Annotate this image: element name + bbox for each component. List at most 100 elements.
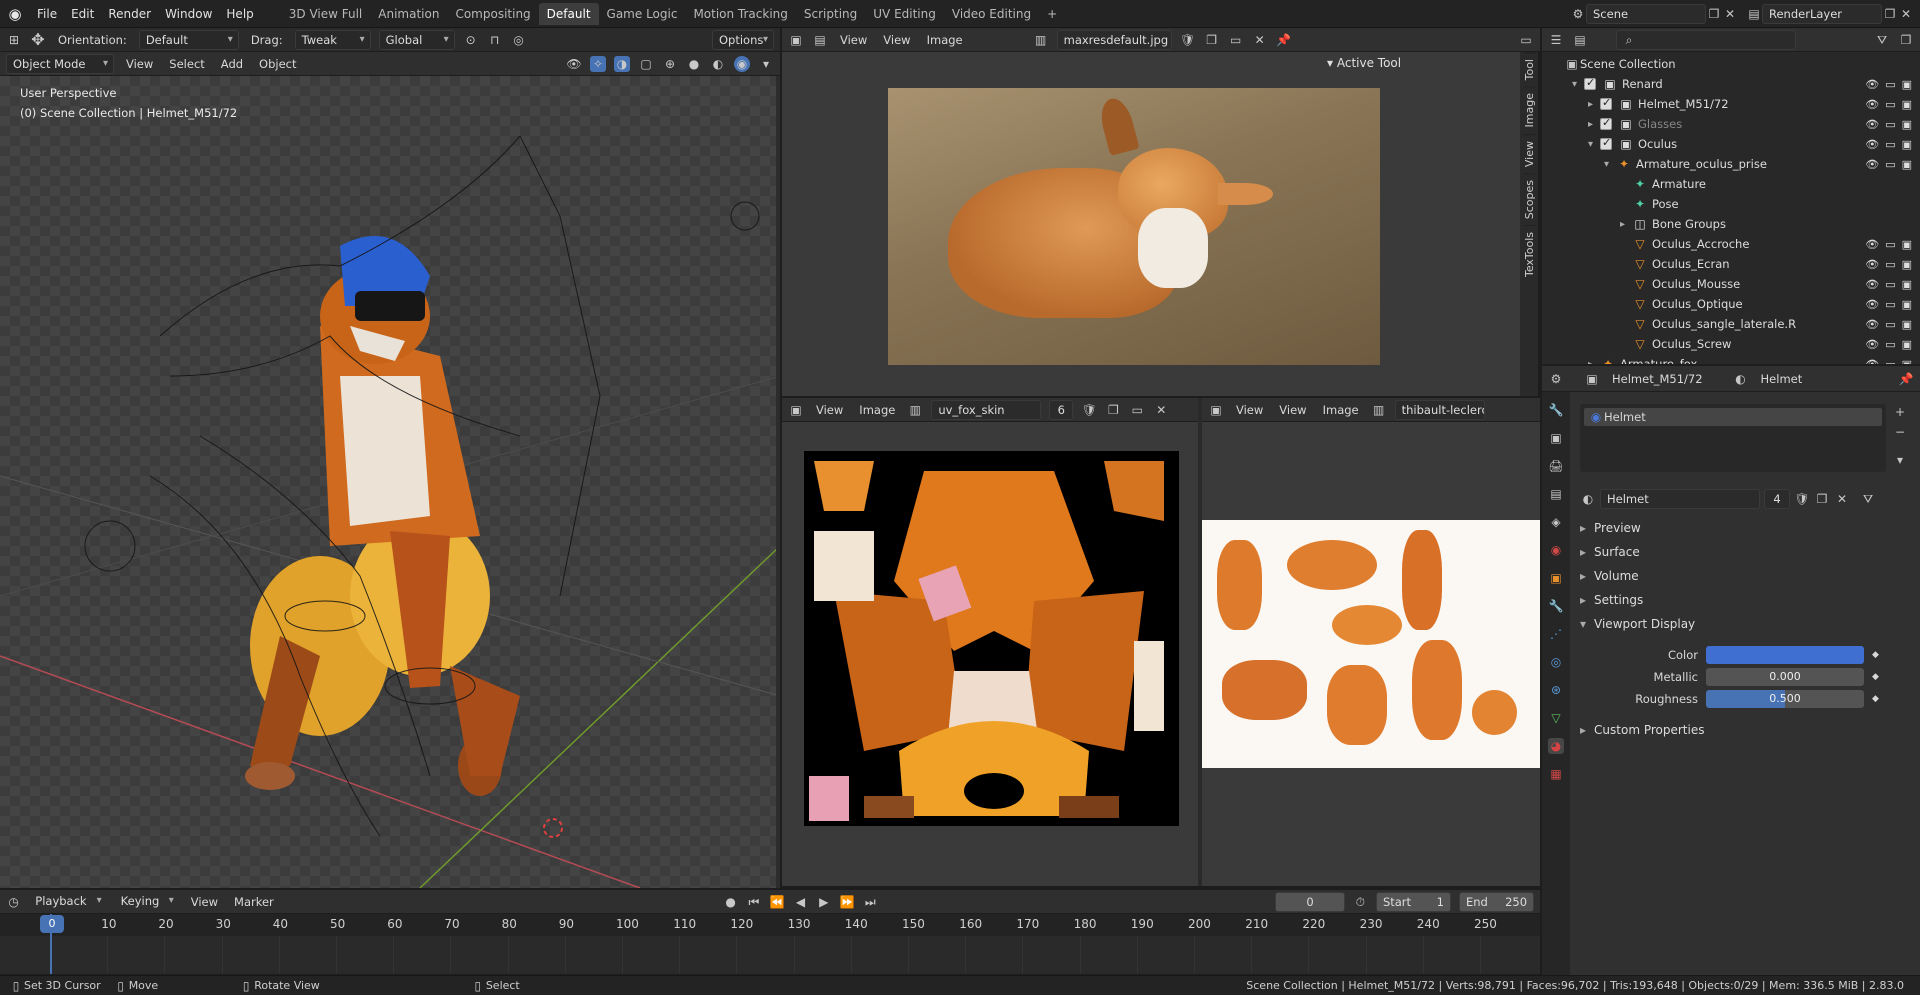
ref-image-name-field[interactable]: thibault-leclercq [1394, 399, 1485, 420]
exclude-checkbox[interactable] [1600, 136, 1612, 150]
roughness-slider[interactable]: 0.500 [1706, 690, 1864, 708]
restriction-toggles[interactable]: 👁 ▭ ▣ [1865, 278, 1912, 291]
render-disable-icon[interactable]: ▣ [1902, 78, 1912, 91]
unlink-image-icon[interactable]: ✕ [1252, 32, 1268, 48]
outliner-row[interactable]: ▸ ◫ Bone Groups [1542, 214, 1920, 234]
pivot-icon[interactable]: ⊙ [463, 32, 479, 48]
section-surface[interactable]: Surface [1570, 540, 1920, 564]
tab-game-logic[interactable]: Game Logic [599, 3, 686, 25]
metallic-slider[interactable]: 0.000 [1706, 668, 1864, 686]
render-disable-icon[interactable]: ▣ [1902, 318, 1912, 331]
view-mode-icon[interactable]: ▤ [812, 32, 828, 48]
exclude-checkbox[interactable] [1600, 116, 1612, 130]
material-link-icon[interactable]: ⛛ [1860, 491, 1876, 507]
viewport-disable-icon[interactable]: ▭ [1885, 138, 1895, 151]
render-disable-icon[interactable]: ▣ [1902, 338, 1912, 351]
proportional-icon[interactable]: ◎ [511, 32, 527, 48]
editor-type-icon[interactable]: ⊞ [6, 32, 22, 48]
new-collection-icon[interactable]: ❐ [1898, 32, 1914, 48]
uv-image-browse-icon[interactable]: ▥ [907, 402, 923, 418]
outliner-row[interactable]: ▽ Oculus_Optique 👁 ▭ ▣ [1542, 294, 1920, 314]
viewport-disable-icon[interactable]: ▭ [1885, 318, 1895, 331]
material-fake-user-icon[interactable]: 🛡 [1794, 491, 1810, 507]
image-editor-type-icon[interactable]: ▣ [788, 32, 804, 48]
drag-dropdown[interactable]: Tweak [294, 29, 371, 50]
viewport-disable-icon[interactable]: ▭ [1885, 338, 1895, 351]
scene-close-icon[interactable]: ✕ [1722, 6, 1738, 22]
timeline-menu-view[interactable]: View [187, 895, 222, 909]
sidetab-scopes[interactable]: Scopes [1522, 172, 1536, 226]
tool-props-icon[interactable]: 🔧 [1548, 402, 1564, 418]
visibility-icon[interactable]: 👁 [566, 56, 582, 72]
view-layer-props-icon[interactable]: ▤ [1548, 486, 1564, 502]
disclosure-arrow-icon[interactable]: ▸ [1620, 219, 1632, 230]
blender-logo-icon[interactable]: ◉ [0, 5, 30, 23]
pin-context-icon[interactable]: 📌 [1898, 371, 1914, 387]
uv-menu-view[interactable]: View [812, 403, 847, 417]
section-custom-properties[interactable]: Custom Properties [1570, 718, 1704, 742]
tab-compositing[interactable]: Compositing [447, 3, 538, 25]
shading-solid-icon[interactable]: ● [686, 56, 702, 72]
tab-default[interactable]: Default [538, 3, 599, 25]
eye-icon[interactable]: 👁 [1865, 298, 1879, 311]
material-unlink-icon[interactable]: ✕ [1834, 491, 1850, 507]
eye-icon[interactable]: 👁 [1865, 338, 1879, 351]
menu-window[interactable]: Window [158, 0, 219, 28]
render-disable-icon[interactable]: ▣ [1902, 278, 1912, 291]
particles-props-icon[interactable]: ⋰ [1548, 626, 1564, 642]
jump-end-icon[interactable]: ⏭ [863, 894, 878, 910]
viewport-3d[interactable]: User Perspective (0) Scene Collection | … [0, 76, 780, 888]
disclosure-arrow-icon[interactable]: ▾ [1604, 159, 1616, 170]
outliner-row[interactable]: ▽ Oculus_Screw 👁 ▭ ▣ [1542, 334, 1920, 354]
timeline-type-icon[interactable]: ◷ [6, 894, 21, 910]
metallic-keyframe-icon[interactable]: ◆ [1872, 672, 1879, 682]
top-image-menu-view[interactable]: View [879, 33, 914, 47]
viewport-menu-add[interactable]: Add [217, 57, 247, 71]
top-image-menu-view-mode[interactable]: View [836, 33, 871, 47]
display-mode-icon[interactable]: ▤ [1572, 32, 1588, 48]
restriction-toggles[interactable]: 👁 ▭ ▣ [1865, 298, 1912, 311]
render-disable-icon[interactable]: ▣ [1902, 238, 1912, 251]
outliner-row[interactable]: ▾ ✦ Armature_oculus_prise 👁 ▭ ▣ [1542, 154, 1920, 174]
disclosure-arrow-icon[interactable]: ▾ [1588, 139, 1600, 150]
roughness-keyframe-icon[interactable]: ◆ [1872, 694, 1879, 704]
sidetab-image[interactable]: Image [1522, 86, 1536, 134]
disclosure-arrow-icon[interactable]: ▸ [1588, 99, 1600, 110]
outliner-row[interactable]: ▾ ▣ Renard 👁 ▭ ▣ [1542, 74, 1920, 94]
outliner-row[interactable]: ▸ ✦ Armature_fox 👁 ▭ ▣ [1542, 354, 1920, 364]
eye-icon[interactable]: 👁 [1865, 98, 1879, 111]
current-frame-field[interactable]: 0 [1275, 891, 1345, 912]
viewport-menu-object[interactable]: Object [255, 57, 300, 71]
section-viewport-display[interactable]: Viewport Display [1570, 612, 1920, 636]
menu-help[interactable]: Help [219, 0, 260, 28]
eye-icon[interactable]: 👁 [1865, 78, 1879, 91]
viewport-disable-icon[interactable]: ▭ [1885, 118, 1895, 131]
overlay-icon[interactable]: ◑ [614, 55, 630, 72]
shading-options-icon[interactable]: ▾ [758, 56, 774, 72]
tab-motion-tracking[interactable]: Motion Tracking [685, 3, 795, 25]
open-image-icon[interactable]: ▭ [1228, 32, 1244, 48]
eye-icon[interactable]: 👁 [1865, 238, 1879, 251]
ref-editor-type-icon[interactable]: ▣ [1208, 402, 1224, 418]
exclude-checkbox[interactable] [1600, 96, 1612, 110]
outliner-root[interactable]: ▣ Scene Collection [1542, 54, 1920, 74]
eye-icon[interactable]: 👁 [1865, 318, 1879, 331]
transform-orientation-dropdown[interactable]: Global [378, 29, 455, 50]
options-dropdown[interactable]: Options [712, 29, 774, 50]
uv-fake-user-icon[interactable]: 🛡 [1081, 402, 1097, 418]
render-disable-icon[interactable]: ▣ [1902, 118, 1912, 131]
ref-image-browse-icon[interactable]: ▥ [1371, 402, 1387, 418]
record-icon[interactable]: ● [723, 894, 738, 910]
uv-image-name-field[interactable]: uv_fox_skin [931, 399, 1042, 420]
world-props-icon[interactable]: ◉ [1548, 542, 1564, 558]
viewport-disable-icon[interactable]: ▭ [1885, 358, 1895, 365]
tab-video-editing[interactable]: Video Editing [944, 3, 1039, 25]
modifier-props-icon[interactable]: 🔧 [1548, 598, 1564, 614]
properties-type-icon[interactable]: ⚙ [1548, 371, 1564, 387]
ref-menu-view[interactable]: View [1275, 403, 1310, 417]
shading-rendered-icon[interactable]: ◉ [734, 55, 750, 72]
viewport-menu-view[interactable]: View [122, 57, 157, 71]
render-disable-icon[interactable]: ▣ [1902, 158, 1912, 171]
outliner-row[interactable]: ▽ Oculus_Mousse 👁 ▭ ▣ [1542, 274, 1920, 294]
jump-start-icon[interactable]: ⏮ [746, 894, 761, 910]
